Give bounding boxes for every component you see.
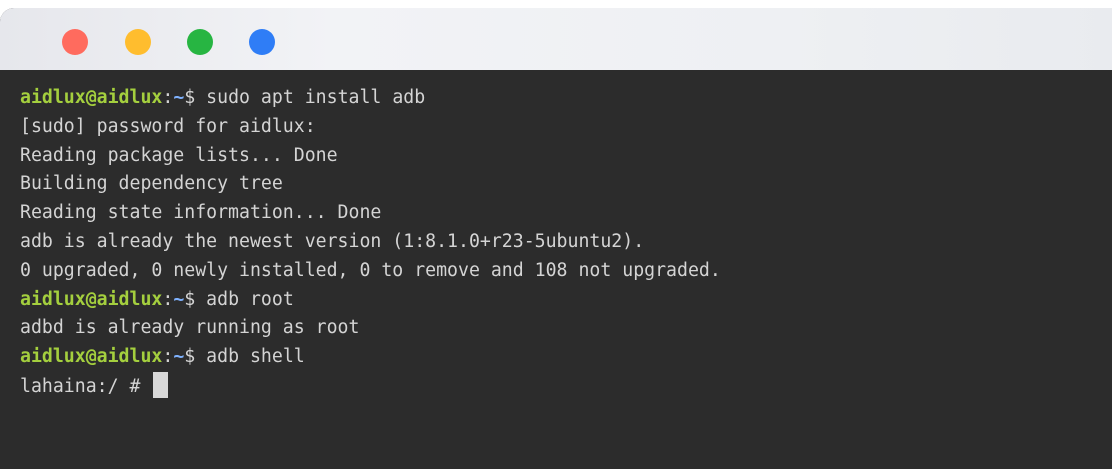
extra-window-button[interactable] — [249, 29, 275, 55]
terminal-line: aidlux@aidlux:~$ sudo apt install adb — [20, 84, 1112, 113]
terminal-line: Building dependency tree — [20, 173, 283, 195]
prompt-user: aidlux@aidlux — [20, 288, 163, 310]
terminal-line: Reading package lists... Done — [20, 144, 338, 166]
prompt-path: ~ — [173, 288, 185, 310]
terminal-line: aidlux@aidlux:~$ adb root — [20, 286, 1112, 315]
prompt-separator: : — [162, 87, 174, 108]
shell-prompt: lahaina:/ # — [20, 375, 152, 397]
minimize-button[interactable] — [125, 29, 151, 55]
command-text: adb shell — [206, 346, 305, 368]
terminal-output[interactable]: aidlux@aidlux:~$ sudo apt install adb [s… — [0, 70, 1112, 469]
prompt-symbol: $ — [184, 346, 196, 368]
terminal-line: adbd is already running as root — [20, 317, 360, 339]
command-text: sudo apt install adb — [206, 87, 426, 108]
terminal-line: 0 upgraded, 0 newly installed, 0 to remo… — [20, 259, 721, 281]
prompt-symbol: $ — [184, 288, 196, 310]
terminal-line: [sudo] password for aidlux: — [20, 115, 316, 137]
prompt-separator: : — [162, 346, 174, 368]
prompt-path: ~ — [173, 87, 185, 108]
close-button[interactable] — [62, 29, 88, 55]
maximize-button[interactable] — [187, 29, 213, 55]
terminal-window: aidlux@aidlux:~$ sudo apt install adb [s… — [0, 8, 1112, 469]
terminal-line: adb is already the newest version (1:8.1… — [20, 230, 645, 252]
terminal-line: aidlux@aidlux:~$ adb shell — [20, 343, 1112, 372]
prompt-separator: : — [162, 288, 174, 310]
text-cursor — [153, 371, 169, 398]
terminal-line: Reading state information... Done — [20, 202, 382, 224]
prompt-path: ~ — [173, 346, 185, 368]
prompt-symbol: $ — [184, 87, 196, 108]
prompt-user: aidlux@aidlux — [20, 346, 163, 368]
title-bar — [0, 8, 1112, 70]
prompt-user: aidlux@aidlux — [20, 87, 163, 108]
shell-prompt-line[interactable]: lahaina:/ # — [20, 371, 1112, 401]
command-text: adb root — [206, 288, 294, 310]
